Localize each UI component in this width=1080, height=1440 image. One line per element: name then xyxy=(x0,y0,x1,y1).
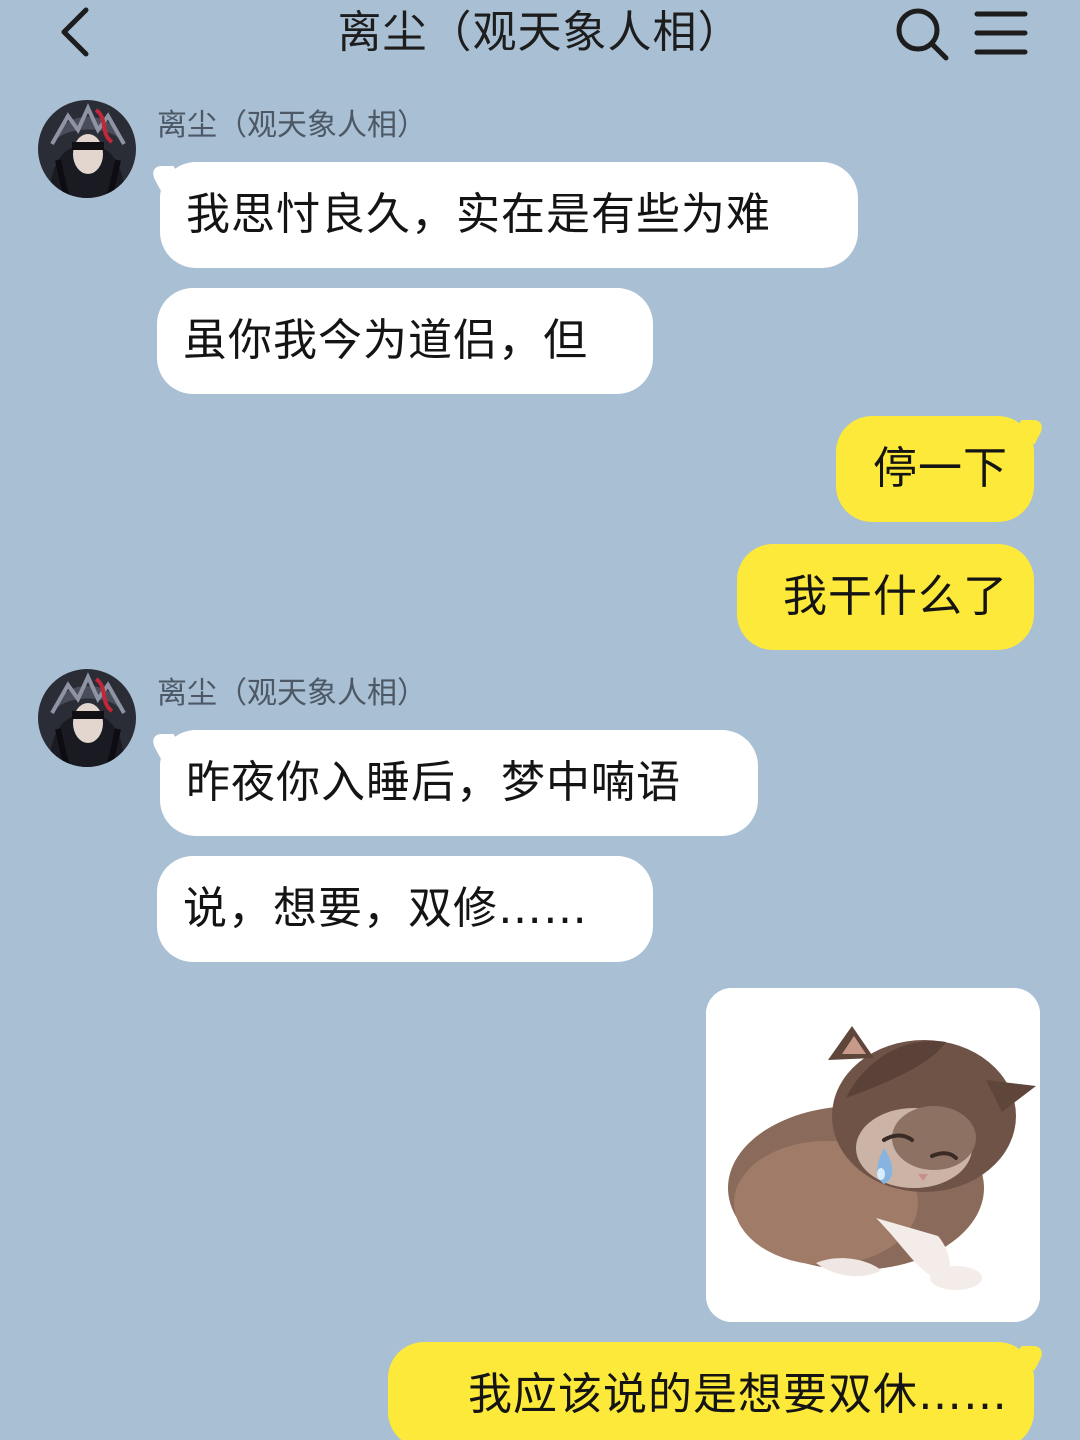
message-bubble-incoming[interactable]: 我思忖良久，实在是有些为难 xyxy=(160,162,858,268)
message-bubble-outgoing[interactable]: 我干什么了 xyxy=(737,544,1034,650)
message-bubble-incoming[interactable]: 说，想要，双修…… xyxy=(157,856,653,962)
sender-name: 离尘（观天象人相） xyxy=(157,676,427,711)
avatar-image xyxy=(38,100,136,198)
contact-avatar[interactable] xyxy=(38,100,136,198)
search-icon xyxy=(896,8,949,61)
sticker-message[interactable] xyxy=(706,988,1040,1322)
sender-name: 离尘（观天象人相） xyxy=(157,108,427,143)
menu-icon xyxy=(974,11,1028,55)
avatar-image xyxy=(38,669,136,767)
message-bubble-incoming[interactable]: 昨夜你入睡后，梦中喃语 xyxy=(160,730,758,836)
message-bubble-incoming[interactable]: 虽你我今为道侣，但 xyxy=(157,288,653,394)
message-bubble-outgoing[interactable]: 我应该说的是想要双休…… xyxy=(388,1342,1034,1440)
chat-screen: 离尘（观天象人相） 离尘（观天象人相） 我思忖良久，实在是有些为难 虽你我今为道… xyxy=(0,0,1080,1440)
contact-avatar[interactable] xyxy=(38,669,136,767)
message-bubble-outgoing[interactable]: 停一下 xyxy=(836,416,1034,522)
crying-kitten-sticker xyxy=(706,988,1040,1322)
menu-button[interactable] xyxy=(973,8,1029,58)
chat-header: 离尘（观天象人相） xyxy=(0,0,1080,72)
search-button[interactable] xyxy=(893,5,951,63)
